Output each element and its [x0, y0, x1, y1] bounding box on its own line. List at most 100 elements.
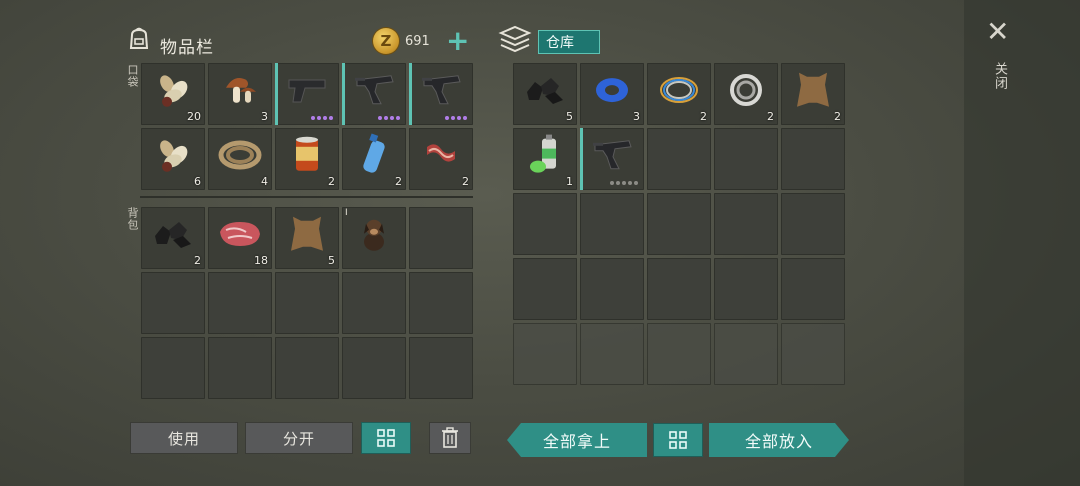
storage-slot[interactable]: 2 [647, 63, 711, 125]
rarity-dots [445, 116, 467, 120]
item-count: 2 [462, 175, 469, 188]
delete-button[interactable] [429, 422, 471, 454]
storage-slot[interactable]: 2 [714, 63, 778, 125]
backpack-slot-empty[interactable] [141, 272, 205, 334]
storage-slot-empty[interactable] [513, 323, 577, 385]
rope-icon [217, 137, 263, 177]
storage-slot-empty[interactable] [781, 323, 845, 385]
backpack-icon [126, 26, 152, 56]
backpack-slot[interactable]: I [342, 207, 406, 269]
sort-storage-button[interactable] [653, 423, 703, 457]
storage-slot-empty[interactable] [513, 193, 577, 255]
coal-icon [151, 216, 195, 256]
backpack-slot-empty[interactable] [409, 207, 473, 269]
storage-slot-empty[interactable] [647, 258, 711, 320]
pocket-slot[interactable] [275, 63, 339, 125]
storage-slot[interactable]: 1 [513, 128, 577, 190]
leather-icon [287, 213, 327, 259]
backpack-slot-empty[interactable] [275, 337, 339, 399]
raw-meat-icon [216, 216, 264, 256]
storage-slot-empty[interactable] [714, 128, 778, 190]
seeds-icon [153, 135, 193, 179]
seeds-icon [153, 70, 193, 114]
backpack-grid: 2 18 5 I [141, 207, 473, 399]
leather-icon [793, 69, 833, 115]
uzi-icon [589, 135, 635, 179]
item-count: 1 [566, 175, 573, 188]
pocket-slot[interactable]: 2 [275, 128, 339, 190]
backpack-slot[interactable]: 2 [141, 207, 205, 269]
item-count: 18 [254, 254, 268, 267]
item-count: 5 [328, 254, 335, 267]
storage-slot-empty[interactable] [647, 323, 711, 385]
tape-icon [592, 73, 632, 111]
water-bottle-icon [359, 133, 389, 181]
mushroom-icon [220, 70, 260, 114]
rarity-dots [311, 116, 333, 120]
split-button[interactable]: 分开 [245, 422, 353, 454]
pocket-slot[interactable]: 4 [208, 128, 272, 190]
storage-slot-empty[interactable] [513, 258, 577, 320]
tab-warehouse[interactable]: 仓库 [538, 30, 600, 54]
item-count: 2 [328, 175, 335, 188]
storage-slot-empty[interactable] [714, 323, 778, 385]
storage-slot-empty[interactable] [714, 258, 778, 320]
storage-slot-empty[interactable] [647, 128, 711, 190]
backpack-slot[interactable]: 5 [275, 207, 339, 269]
pocket-slot[interactable] [342, 63, 406, 125]
pocket-slot[interactable]: 2 [409, 128, 473, 190]
rarity-dots [378, 116, 400, 120]
add-coins-button[interactable]: + [446, 27, 469, 55]
backpack-slot[interactable]: 18 [208, 207, 272, 269]
storage-slot-empty[interactable] [580, 258, 644, 320]
put-all-button[interactable]: 全部放入 [709, 423, 849, 457]
storage-slot[interactable]: 5 [513, 63, 577, 125]
storage-slot-empty[interactable] [647, 193, 711, 255]
backpack-slot-empty[interactable] [208, 272, 272, 334]
storage-slot-empty[interactable] [580, 193, 644, 255]
sort-grid-icon [377, 429, 395, 447]
backpack-slot-empty[interactable] [342, 272, 406, 334]
backpack-slot-empty[interactable] [141, 337, 205, 399]
storage-slot-empty[interactable] [781, 193, 845, 255]
storage-slot-empty[interactable] [781, 258, 845, 320]
backpack-slot-empty[interactable] [275, 272, 339, 334]
pocket-slot[interactable] [409, 63, 473, 125]
item-count: 2 [767, 110, 774, 123]
item-count: 6 [194, 175, 201, 188]
close-panel [964, 0, 1080, 486]
trash-icon [442, 427, 458, 448]
sort-inventory-button[interactable] [361, 422, 411, 454]
item-tag: I [345, 208, 348, 218]
backpack-slot-empty[interactable] [409, 337, 473, 399]
close-icon[interactable]: ✕ [986, 18, 1009, 46]
pocket-slot[interactable]: 2 [342, 128, 406, 190]
close-label[interactable]: 关闭 [990, 62, 1009, 90]
item-count: 5 [566, 110, 573, 123]
canned-food-icon [290, 135, 324, 179]
backpack-slot-empty[interactable] [409, 272, 473, 334]
pocket-slot[interactable]: 20 [141, 63, 205, 125]
use-button[interactable]: 使用 [130, 422, 238, 454]
backpack-slot-empty[interactable] [208, 337, 272, 399]
pocket-label: 口袋 [126, 64, 139, 88]
spray-can-icon [526, 133, 564, 181]
backpack-slot-empty[interactable] [342, 337, 406, 399]
storage-slot[interactable] [580, 128, 644, 190]
item-count: 2 [395, 175, 402, 188]
storage-slot-empty[interactable] [781, 128, 845, 190]
item-count: 3 [261, 110, 268, 123]
storage-slot-empty[interactable] [714, 193, 778, 255]
storage-slot[interactable]: 2 [781, 63, 845, 125]
warehouse-stack-icon [497, 24, 533, 60]
pocket-slot[interactable]: 6 [141, 128, 205, 190]
rarity-dots [610, 181, 638, 185]
take-all-button[interactable]: 全部拿上 [507, 423, 647, 457]
bearing-icon [728, 72, 764, 112]
storage-slot[interactable]: 3 [580, 63, 644, 125]
inventory-title: 物品栏 [160, 38, 214, 58]
storage-slot-empty[interactable] [580, 323, 644, 385]
item-count: 20 [187, 110, 201, 123]
pocket-slot[interactable]: 3 [208, 63, 272, 125]
item-count: 4 [261, 175, 268, 188]
